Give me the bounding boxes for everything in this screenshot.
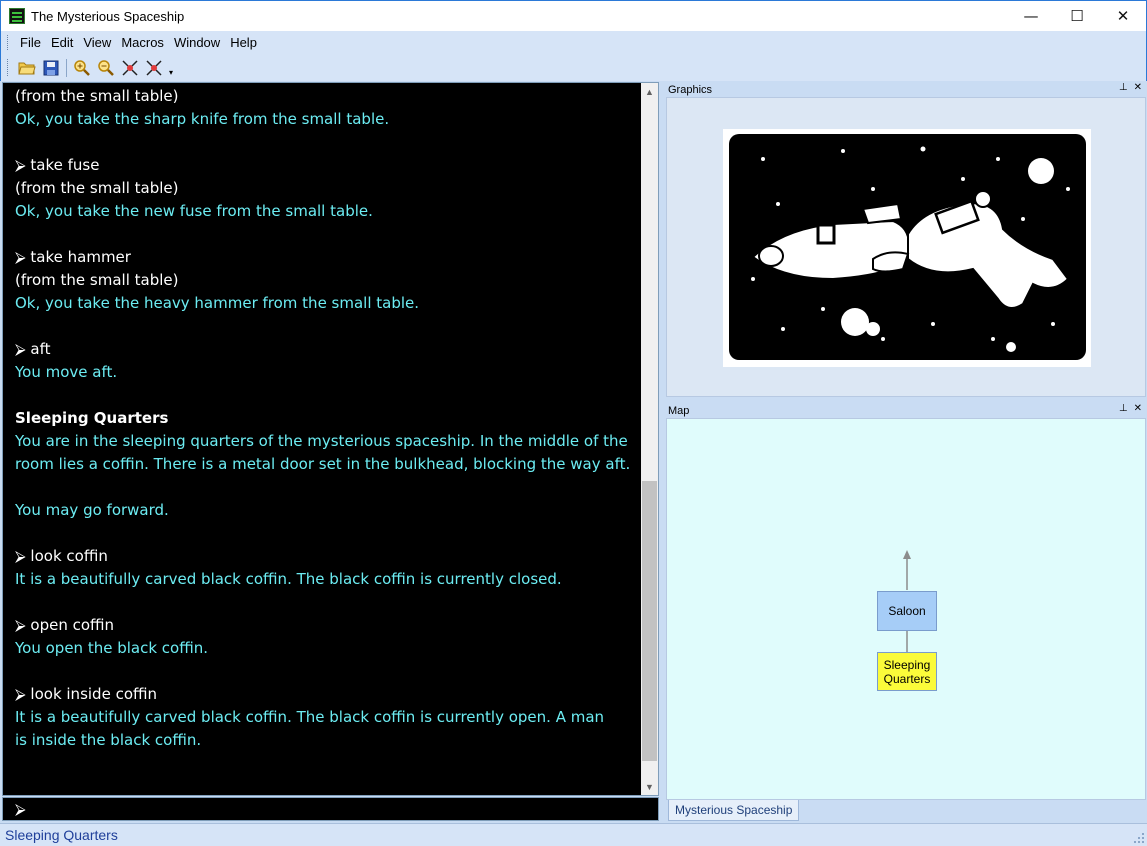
open-folder-icon[interactable] — [15, 57, 39, 79]
graphics-panel — [666, 97, 1146, 397]
menu-bar: File Edit View Macros Window Help — [0, 31, 1147, 54]
transcript-output-line: room lies a coffin. There is a metal doo… — [15, 455, 631, 473]
status-bar: Sleeping Quarters — [0, 823, 1147, 846]
transcript-blank-line — [15, 660, 635, 683]
transcript-output-line: It is a beautifully carved black coffin.… — [15, 570, 562, 588]
toolbar: ▾ — [0, 54, 1147, 81]
transcript-input-line: ⮚ look coffin — [15, 547, 108, 565]
transcript-output-line: Ok, you take the sharp knife from the sm… — [15, 110, 390, 128]
transcript-input-line: (from the small table) — [15, 271, 179, 289]
window-controls: — ☐ ✕ — [1008, 1, 1146, 31]
map-tab-mysterious-spaceship[interactable]: Mysterious Spaceship — [668, 800, 800, 821]
menu-macros[interactable]: Macros — [116, 35, 169, 50]
save-disk-icon[interactable] — [39, 57, 63, 79]
transcript-output-line: is inside the black coffin. — [15, 731, 202, 749]
zoom-in-icon[interactable] — [70, 57, 94, 79]
transcript-output-line: You move aft. — [15, 363, 118, 381]
transcript-input-line: (from the small table) — [15, 179, 179, 197]
transcript-output-line: You open the black coffin. — [15, 639, 208, 657]
transcript-output-line: You are in the sleeping quarters of the … — [15, 432, 628, 450]
spaceship-illustration — [723, 129, 1091, 367]
transcript-room-title: Sleeping Quarters — [15, 409, 169, 427]
transcript-text: (from the small table) Ok, you take the s… — [15, 85, 635, 752]
transcript-blank-line — [15, 522, 635, 545]
close-panel-icon[interactable]: ✕ — [1134, 82, 1142, 93]
resize-grip-icon[interactable] — [1133, 832, 1145, 844]
app-icon — [9, 8, 25, 24]
status-location: Sleeping Quarters — [5, 827, 118, 843]
restore-icon[interactable] — [118, 57, 142, 79]
menu-view[interactable]: View — [78, 35, 116, 50]
stop-icon[interactable] — [142, 57, 166, 79]
transcript-blank-line — [15, 223, 635, 246]
map-panel[interactable]: Saloon Sleeping Quarters — [666, 418, 1146, 800]
scroll-up-icon[interactable]: ▲ — [641, 83, 658, 100]
transcript-blank-line — [15, 315, 635, 338]
transcript-output-line: You may go forward. — [15, 501, 169, 519]
transcript-input-line: ⮚ aft — [15, 340, 51, 358]
map-tab-strip: Mysterious Spaceship — [666, 800, 1146, 822]
transcript-input-line: ⮚ look inside coffin — [15, 685, 158, 703]
transcript-input-line: ⮚ take hammer — [15, 248, 131, 266]
minimize-button[interactable]: — — [1008, 1, 1054, 31]
transcript-output-line: Ok, you take the new fuse from the small… — [15, 202, 373, 220]
maximize-button[interactable]: ☐ — [1054, 1, 1100, 31]
zoom-out-icon[interactable] — [94, 57, 118, 79]
transcript-blank-line — [15, 131, 635, 154]
transcript-input-line: ⮚ open coffin — [15, 616, 115, 634]
menu-help[interactable]: Help — [225, 35, 262, 50]
transcript-output-line: It is a beautifully carved black coffin.… — [15, 708, 605, 726]
transcript-pane[interactable]: (from the small table) Ok, you take the s… — [2, 82, 659, 796]
transcript-input-line: (from the small table) — [15, 87, 179, 105]
title-bar: The Mysterious Spaceship — ☐ ✕ — [0, 0, 1147, 31]
scroll-down-icon[interactable]: ▼ — [641, 778, 658, 795]
map-room-sleeping-quarters[interactable]: Sleeping Quarters — [877, 652, 937, 691]
map-room-saloon[interactable]: Saloon — [877, 591, 937, 631]
transcript-blank-line — [15, 591, 635, 614]
transcript-scrollbar[interactable]: ▲ ▼ — [641, 83, 658, 795]
transcript-output-line: Ok, you take the heavy hammer from the s… — [15, 294, 420, 312]
menu-edit[interactable]: Edit — [46, 35, 78, 50]
graphics-panel-header: Graphics ⊥ ✕ — [666, 82, 1146, 97]
close-button[interactable]: ✕ — [1100, 1, 1146, 31]
toolbar-overflow-chevron-icon[interactable]: ▾ — [166, 57, 176, 79]
map-panel-title: Map — [668, 404, 690, 417]
prompt-arrow-icon: ⮚ — [15, 800, 26, 818]
transcript-blank-line — [15, 384, 635, 407]
command-input[interactable]: ⮚ — [2, 797, 659, 821]
window-title: The Mysterious Spaceship — [31, 8, 185, 24]
close-panel-icon[interactable]: ✕ — [1134, 403, 1142, 414]
menu-file[interactable]: File — [15, 35, 46, 50]
graphics-panel-title: Graphics — [668, 83, 713, 96]
pin-icon[interactable]: ⊥ — [1119, 403, 1128, 414]
transcript-input-line: ⮚ take fuse — [15, 156, 100, 174]
toolbar-separator — [66, 58, 67, 77]
menu-window[interactable]: Window — [169, 35, 225, 50]
transcript-blank-line — [15, 476, 635, 499]
map-panel-header: Map ⊥ ✕ — [666, 403, 1146, 418]
pin-icon[interactable]: ⊥ — [1119, 82, 1128, 93]
scroll-thumb[interactable] — [642, 481, 657, 761]
